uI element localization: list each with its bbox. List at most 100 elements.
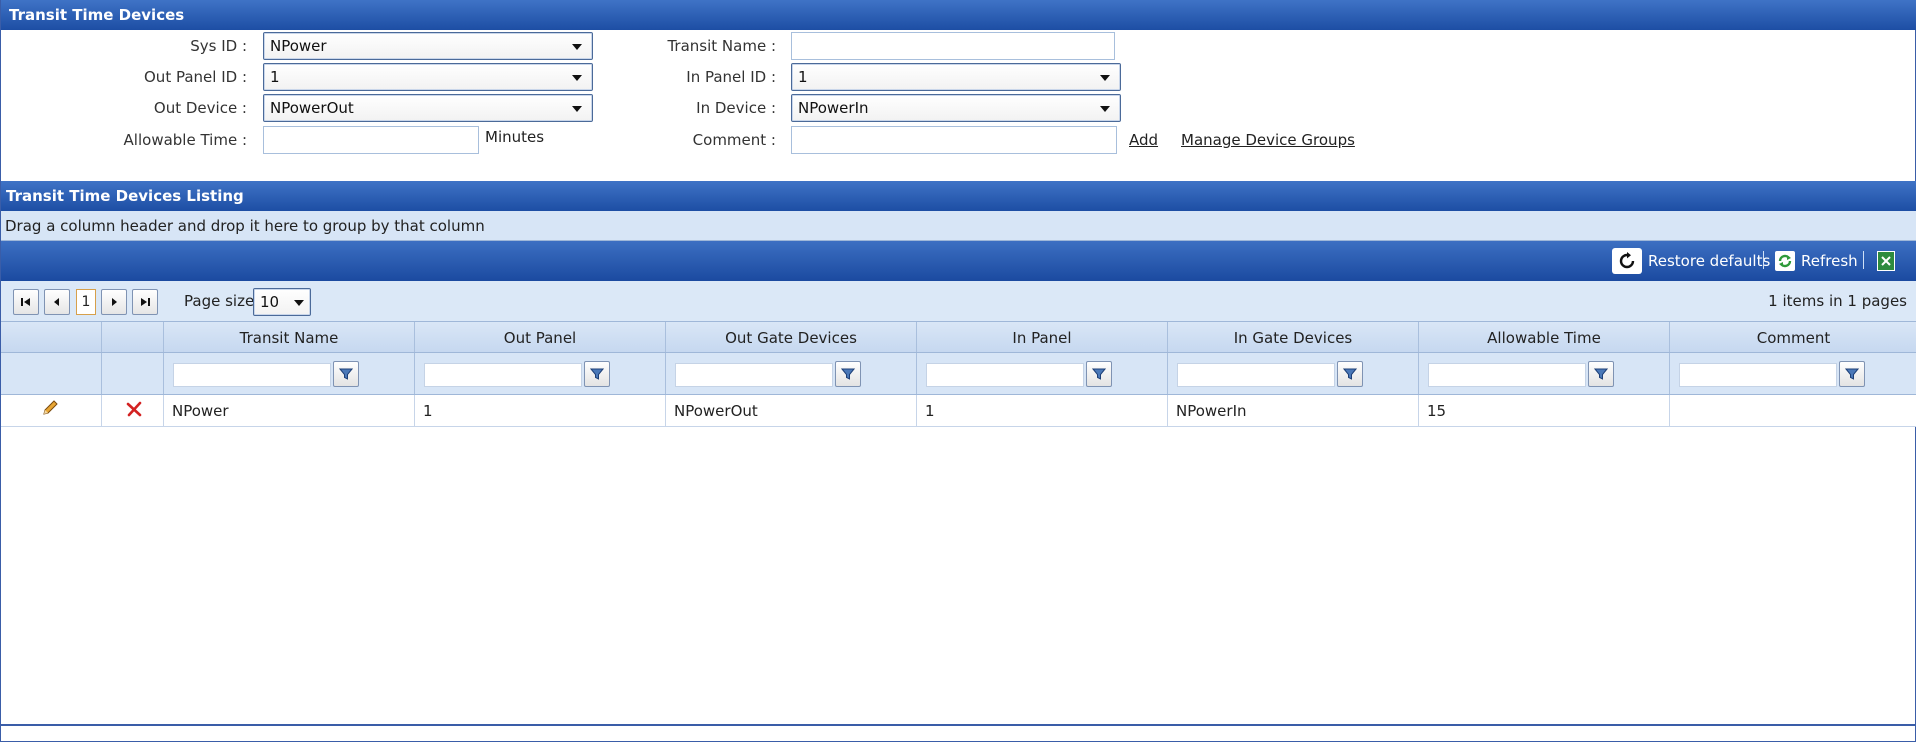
page-size-value: 10 (260, 293, 280, 311)
filter-icon (1594, 368, 1608, 380)
first-page-icon (21, 298, 30, 306)
restore-defaults-label: Restore defaults (1648, 252, 1771, 270)
in-panel-id-select[interactable]: 1 (791, 63, 1121, 91)
cell-in-gate-devices: NPowerIn (1167, 395, 1418, 427)
filter-icon (1845, 368, 1859, 380)
cell-comment (1669, 395, 1916, 427)
grid-header-row: Transit Name Out Panel Out Gate Devices … (1, 321, 1916, 353)
allowable-time-input[interactable] (263, 126, 479, 154)
filter-spacer (101, 353, 163, 394)
column-header-out-panel[interactable]: Out Panel (414, 322, 665, 352)
grid-command-bar: Restore defaults Refresh (1, 241, 1916, 281)
grid-filter-row (1, 353, 1916, 395)
out-device-select[interactable]: NPowerOut (263, 94, 593, 122)
filter-button-transit-name[interactable] (333, 361, 359, 387)
filter-cell-allowable-time (1418, 353, 1669, 394)
prev-page-button[interactable] (44, 289, 70, 315)
group-by-hint: Drag a column header and drop it here to… (5, 217, 485, 235)
filter-input-comment[interactable] (1679, 363, 1837, 387)
filter-button-allowable-time[interactable] (1588, 361, 1614, 387)
filter-icon (1092, 368, 1106, 380)
filter-button-out-gate-devices[interactable] (835, 361, 861, 387)
column-header-comment[interactable]: Comment (1669, 322, 1916, 352)
cell-out-gate-devices: NPowerOut (665, 395, 916, 427)
in-panel-id-label: In Panel ID : (686, 68, 776, 86)
in-panel-id-value: 1 (798, 68, 808, 86)
last-page-icon (141, 298, 150, 306)
table-row[interactable]: NPower 1 NPowerOut 1 NPowerIn 15 (1, 395, 1916, 427)
filter-icon (339, 368, 353, 380)
filter-input-transit-name[interactable] (173, 363, 331, 387)
refresh-label: Refresh (1801, 252, 1858, 270)
filter-cell-in-gate-devices (1167, 353, 1418, 394)
filter-icon (841, 368, 855, 380)
filter-button-comment[interactable] (1839, 361, 1865, 387)
filter-input-in-gate-devices[interactable] (1177, 363, 1335, 387)
filter-cell-comment (1669, 353, 1916, 394)
filter-cell-transit-name (163, 353, 414, 394)
page-size-select[interactable]: 10 (253, 288, 311, 316)
sys-id-select[interactable]: NPower (263, 32, 593, 60)
edit-cell (1, 395, 101, 427)
page-title: Transit Time Devices (1, 0, 1916, 30)
filter-input-out-panel[interactable] (424, 363, 582, 387)
minutes-unit-label: Minutes (485, 128, 545, 146)
cell-allowable-time: 15 (1418, 395, 1669, 427)
column-header-in-gate-devices[interactable]: In Gate Devices (1167, 322, 1418, 352)
filter-button-out-panel[interactable] (584, 361, 610, 387)
group-by-panel[interactable]: Drag a column header and drop it here to… (1, 211, 1916, 241)
out-panel-id-select[interactable]: 1 (263, 63, 593, 91)
column-header-allowable-time[interactable]: Allowable Time (1418, 322, 1669, 352)
sys-id-value: NPower (270, 37, 327, 55)
comment-label: Comment : (692, 131, 776, 149)
in-device-select[interactable]: NPowerIn (791, 94, 1121, 122)
excel-export-icon (1877, 251, 1895, 271)
sys-id-label: Sys ID : (190, 37, 247, 55)
toolbar-separator (1863, 251, 1864, 269)
filter-cell-out-panel (414, 353, 665, 394)
out-panel-id-label: Out Panel ID : (144, 68, 247, 86)
grid-bottom-border (1, 724, 1916, 726)
filter-input-allowable-time[interactable] (1428, 363, 1586, 387)
filter-input-out-gate-devices[interactable] (675, 363, 833, 387)
filter-button-in-panel[interactable] (1086, 361, 1112, 387)
manage-device-groups-link[interactable]: Manage Device Groups (1181, 131, 1355, 149)
filter-icon (1343, 368, 1357, 380)
transit-time-devices-window: Transit Time Devices Sys ID : NPower Out… (0, 0, 1916, 742)
comment-input[interactable] (791, 126, 1117, 154)
next-page-button[interactable] (101, 289, 127, 315)
chevron-down-icon (1100, 75, 1110, 81)
current-page-number[interactable]: 1 (76, 289, 96, 315)
refresh-button[interactable]: Refresh (1775, 249, 1858, 273)
chevron-down-icon (294, 300, 304, 306)
last-page-button[interactable] (132, 289, 158, 315)
page-size-label: Page size: (184, 292, 260, 310)
toolbar-separator (1763, 251, 1764, 269)
column-header-in-panel[interactable]: In Panel (916, 322, 1167, 352)
listing-title: Transit Time Devices Listing (1, 181, 1916, 211)
restore-defaults-button[interactable]: Restore defaults (1612, 248, 1771, 274)
cell-transit-name: NPower (163, 395, 414, 427)
transit-name-label: Transit Name : (667, 37, 776, 55)
filter-input-in-panel[interactable] (926, 363, 1084, 387)
delete-column-header (101, 322, 163, 352)
pager-summary: 1 items in 1 pages (1768, 292, 1907, 310)
column-header-out-gate-devices[interactable]: Out Gate Devices (665, 322, 916, 352)
out-panel-id-value: 1 (270, 68, 280, 86)
transit-name-input[interactable] (791, 32, 1115, 60)
grid-pager: 1 Page size: 10 1 items in 1 pages (1, 281, 1916, 321)
first-page-button[interactable] (13, 289, 39, 315)
export-excel-button[interactable] (1877, 249, 1895, 273)
delete-x-icon[interactable] (126, 396, 142, 428)
filter-icon (590, 368, 604, 380)
delete-cell (101, 395, 163, 427)
column-header-transit-name[interactable]: Transit Name (163, 322, 414, 352)
pencil-icon[interactable] (41, 396, 59, 428)
add-link[interactable]: Add (1129, 131, 1158, 149)
chevron-down-icon (1100, 106, 1110, 112)
allowable-time-label: Allowable Time : (123, 131, 247, 149)
refresh-icon (1775, 251, 1795, 271)
filter-button-in-gate-devices[interactable] (1337, 361, 1363, 387)
in-device-value: NPowerIn (798, 99, 869, 117)
filter-cell-out-gate-devices (665, 353, 916, 394)
